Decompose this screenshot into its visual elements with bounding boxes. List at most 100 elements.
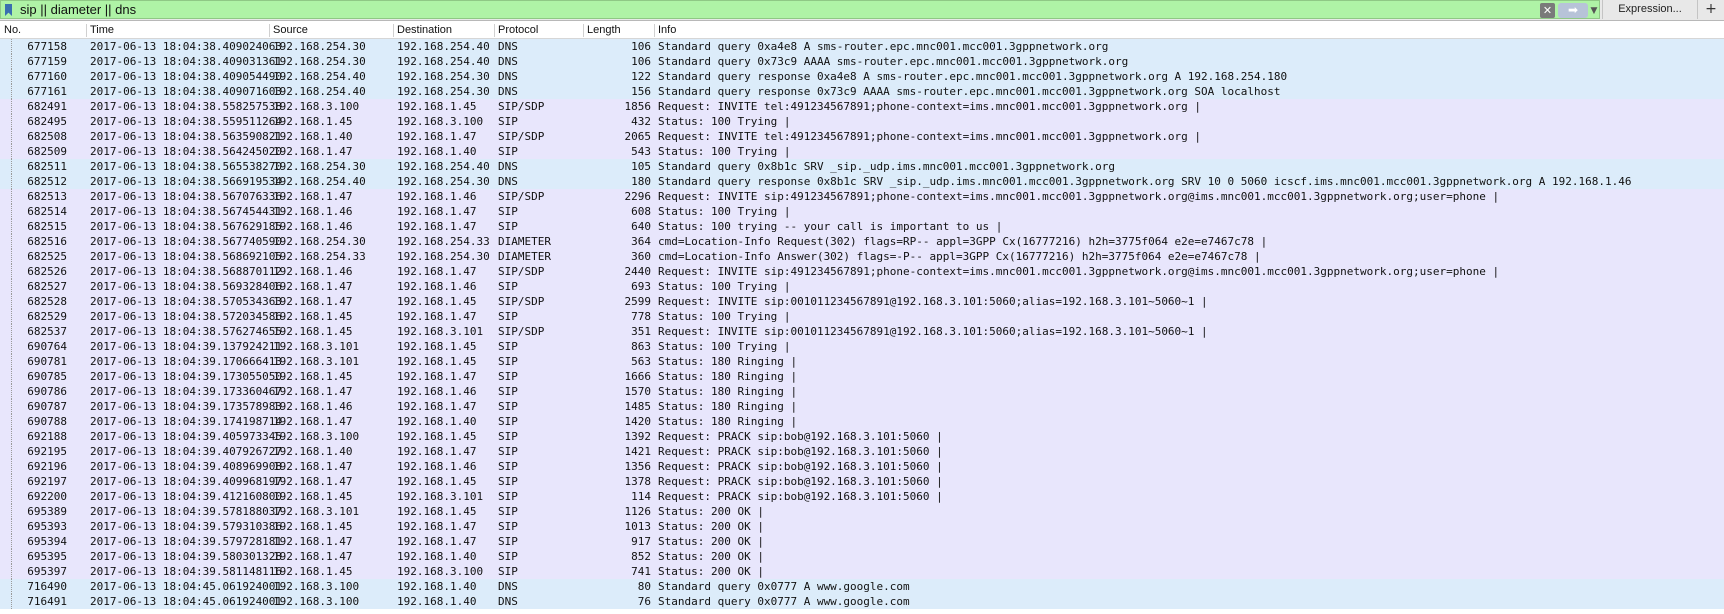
packet-row[interactable]: 682525 2017-06-13 18:04:38.568692105 192.1…	[0, 249, 1724, 264]
packet-row[interactable]: 690787 2017-06-13 18:04:39.173578983 192.1…	[0, 399, 1724, 414]
packet-row[interactable]: 682491 2017-06-13 18:04:38.558257538 192.1…	[0, 99, 1724, 114]
packet-row[interactable]: 682515 2017-06-13 18:04:38.567629185 192.1…	[0, 219, 1724, 234]
column-divider[interactable]	[583, 24, 584, 37]
packet-info: Status: 100 Trying |	[658, 145, 791, 158]
packet-protocol: SIP	[498, 475, 518, 488]
packet-number: 677161	[27, 85, 67, 98]
packet-source: 192.168.1.47	[273, 280, 353, 293]
close-icon[interactable]: ✕	[1540, 3, 1555, 18]
column-header-source[interactable]: Source	[273, 24, 308, 36]
packet-destination: 192.168.1.47	[397, 520, 477, 533]
packet-source: 192.168.254.30	[273, 55, 366, 68]
packet-number: 690788	[27, 415, 67, 428]
packet-row[interactable]: 690788 2017-06-13 18:04:39.174198714 192.1…	[0, 414, 1724, 429]
packet-time: 2017-06-13 18:04:38.567629185	[90, 220, 283, 233]
packet-length: 114	[631, 490, 651, 503]
column-divider[interactable]	[269, 24, 270, 37]
packet-destination: 192.168.254.30	[397, 250, 490, 263]
packet-protocol: SIP	[498, 550, 518, 563]
packet-length: 76	[637, 595, 651, 608]
packet-row[interactable]: 677160 2017-06-13 18:04:38.409054490 192.1…	[0, 69, 1724, 84]
packet-row[interactable]: 695393 2017-06-13 18:04:39.579310386 192.1…	[0, 519, 1724, 534]
packet-number: 682509	[27, 145, 67, 158]
packet-row[interactable]: 682495 2017-06-13 18:04:38.559511264 192.1…	[0, 114, 1724, 129]
packet-protocol: DNS	[498, 580, 518, 593]
packet-info: Request: PRACK sip:bob@192.168.3.101:506…	[658, 475, 943, 488]
display-filter-text[interactable]: sip || diameter || dns	[20, 2, 136, 18]
packet-source: 192.168.1.45	[273, 520, 353, 533]
packet-source: 192.168.1.45	[273, 310, 353, 323]
packet-row[interactable]: 677159 2017-06-13 18:04:38.409031361 192.1…	[0, 54, 1724, 69]
packet-length: 2440	[624, 265, 652, 278]
packet-length: 1392	[624, 430, 652, 443]
packet-row[interactable]: 690764 2017-06-13 18:04:39.137924211 192.1…	[0, 339, 1724, 354]
packet-protocol: SIP	[498, 565, 518, 578]
packet-source: 192.168.3.101	[273, 355, 360, 368]
display-filter-input[interactable]: sip || diameter || dns ✕ ➡ ▼	[0, 0, 1600, 19]
expression-button[interactable]: Expression...	[1602, 0, 1697, 19]
packet-time: 2017-06-13 18:04:39.407926727	[90, 445, 283, 458]
packet-protocol: SIP	[498, 205, 518, 218]
packet-length: 80	[637, 580, 651, 593]
packet-source: 192.168.1.40	[273, 445, 353, 458]
packet-row[interactable]: 692197 2017-06-13 18:04:39.409968197 192.1…	[0, 474, 1724, 489]
packet-row[interactable]: 682516 2017-06-13 18:04:38.567740590 192.1…	[0, 234, 1724, 249]
packet-info: Request: INVITE tel:491234567891;phone-c…	[658, 130, 1202, 143]
packet-row[interactable]: 677158 2017-06-13 18:04:38.409024063 192.1…	[0, 39, 1724, 54]
arrow-right-icon[interactable]: ➡	[1558, 3, 1588, 18]
packet-protocol: SIP	[498, 505, 518, 518]
packet-row[interactable]: 692200 2017-06-13 18:04:39.412160800 192.1…	[0, 489, 1724, 504]
column-header-no[interactable]: No.	[4, 24, 21, 36]
packet-row[interactable]: 692195 2017-06-13 18:04:39.407926727 192.1…	[0, 444, 1724, 459]
packet-destination: 192.168.1.45	[397, 505, 477, 518]
column-divider[interactable]	[393, 24, 394, 37]
packet-protocol: SIP	[498, 460, 518, 473]
packet-row[interactable]: 692196 2017-06-13 18:04:39.408969908 192.1…	[0, 459, 1724, 474]
packet-time: 2017-06-13 18:04:45.061924001	[90, 595, 283, 608]
packet-row[interactable]: 692188 2017-06-13 18:04:39.405973345 192.1…	[0, 429, 1724, 444]
packet-source: 192.168.3.100	[273, 430, 360, 443]
packet-row[interactable]: 682528 2017-06-13 18:04:38.570534363 192.1…	[0, 294, 1724, 309]
packet-row[interactable]: 682509 2017-06-13 18:04:38.564245020 192.1…	[0, 144, 1724, 159]
packet-row[interactable]: 690781 2017-06-13 18:04:39.170666413 192.1…	[0, 354, 1724, 369]
packet-row[interactable]: 682512 2017-06-13 18:04:38.566919534 192.1…	[0, 174, 1724, 189]
bookmark-icon[interactable]	[5, 4, 12, 16]
packet-row[interactable]: 716490 2017-06-13 18:04:45.061924001 192.1…	[0, 579, 1724, 594]
packet-destination: 192.168.1.46	[397, 190, 477, 203]
column-header-time[interactable]: Time	[90, 24, 114, 36]
packet-row[interactable]: 695397 2017-06-13 18:04:39.581148116 192.1…	[0, 564, 1724, 579]
packet-row[interactable]: 682526 2017-06-13 18:04:38.568870112 192.1…	[0, 264, 1724, 279]
packet-row[interactable]: 695394 2017-06-13 18:04:39.579728181 192.1…	[0, 534, 1724, 549]
packet-row[interactable]: 682537 2017-06-13 18:04:38.576274655 192.1…	[0, 324, 1724, 339]
packet-row[interactable]: 682508 2017-06-13 18:04:38.563590821 192.1…	[0, 129, 1724, 144]
packet-length: 863	[631, 340, 651, 353]
add-filter-button[interactable]: +	[1697, 0, 1724, 19]
packet-row[interactable]: 695389 2017-06-13 18:04:39.578188037 192.1…	[0, 504, 1724, 519]
packet-row[interactable]: 682527 2017-06-13 18:04:38.569328406 192.1…	[0, 279, 1724, 294]
packet-time: 2017-06-13 18:04:39.581148116	[90, 565, 283, 578]
packet-row[interactable]: 716491 2017-06-13 18:04:45.061924001 192.1…	[0, 594, 1724, 609]
column-divider[interactable]	[86, 24, 87, 37]
packet-info: Status: 200 OK |	[658, 505, 764, 518]
column-divider[interactable]	[494, 24, 495, 37]
packet-row[interactable]: 682529 2017-06-13 18:04:38.572034586 192.1…	[0, 309, 1724, 324]
packet-row[interactable]: 682511 2017-06-13 18:04:38.565538270 192.1…	[0, 159, 1724, 174]
column-header-destination[interactable]: Destination	[397, 24, 452, 36]
packet-info: Request: INVITE sip:491234567891;phone-c…	[658, 190, 1500, 203]
packet-protocol: SIP	[498, 280, 518, 293]
column-header-length[interactable]: Length	[587, 24, 621, 36]
chevron-down-icon[interactable]: ▼	[1588, 3, 1600, 18]
column-divider[interactable]	[654, 24, 655, 37]
packet-row[interactable]: 682513 2017-06-13 18:04:38.567076336 192.1…	[0, 189, 1724, 204]
packet-row[interactable]: 690786 2017-06-13 18:04:39.173360467 192.1…	[0, 384, 1724, 399]
packet-row[interactable]: 677161 2017-06-13 18:04:38.409071603 192.1…	[0, 84, 1724, 99]
packet-row[interactable]: 682514 2017-06-13 18:04:38.567454431 192.1…	[0, 204, 1724, 219]
packet-row[interactable]: 695395 2017-06-13 18:04:39.580301328 192.1…	[0, 549, 1724, 564]
packet-info: Request: INVITE tel:491234567891;phone-c…	[658, 100, 1202, 113]
packet-number: 690781	[27, 355, 67, 368]
packet-length: 105	[631, 160, 651, 173]
column-header-protocol[interactable]: Protocol	[498, 24, 538, 36]
packet-row[interactable]: 690785 2017-06-13 18:04:39.173055050 192.1…	[0, 369, 1724, 384]
packet-protocol: SIP	[498, 385, 518, 398]
column-header-info[interactable]: Info	[658, 24, 676, 36]
